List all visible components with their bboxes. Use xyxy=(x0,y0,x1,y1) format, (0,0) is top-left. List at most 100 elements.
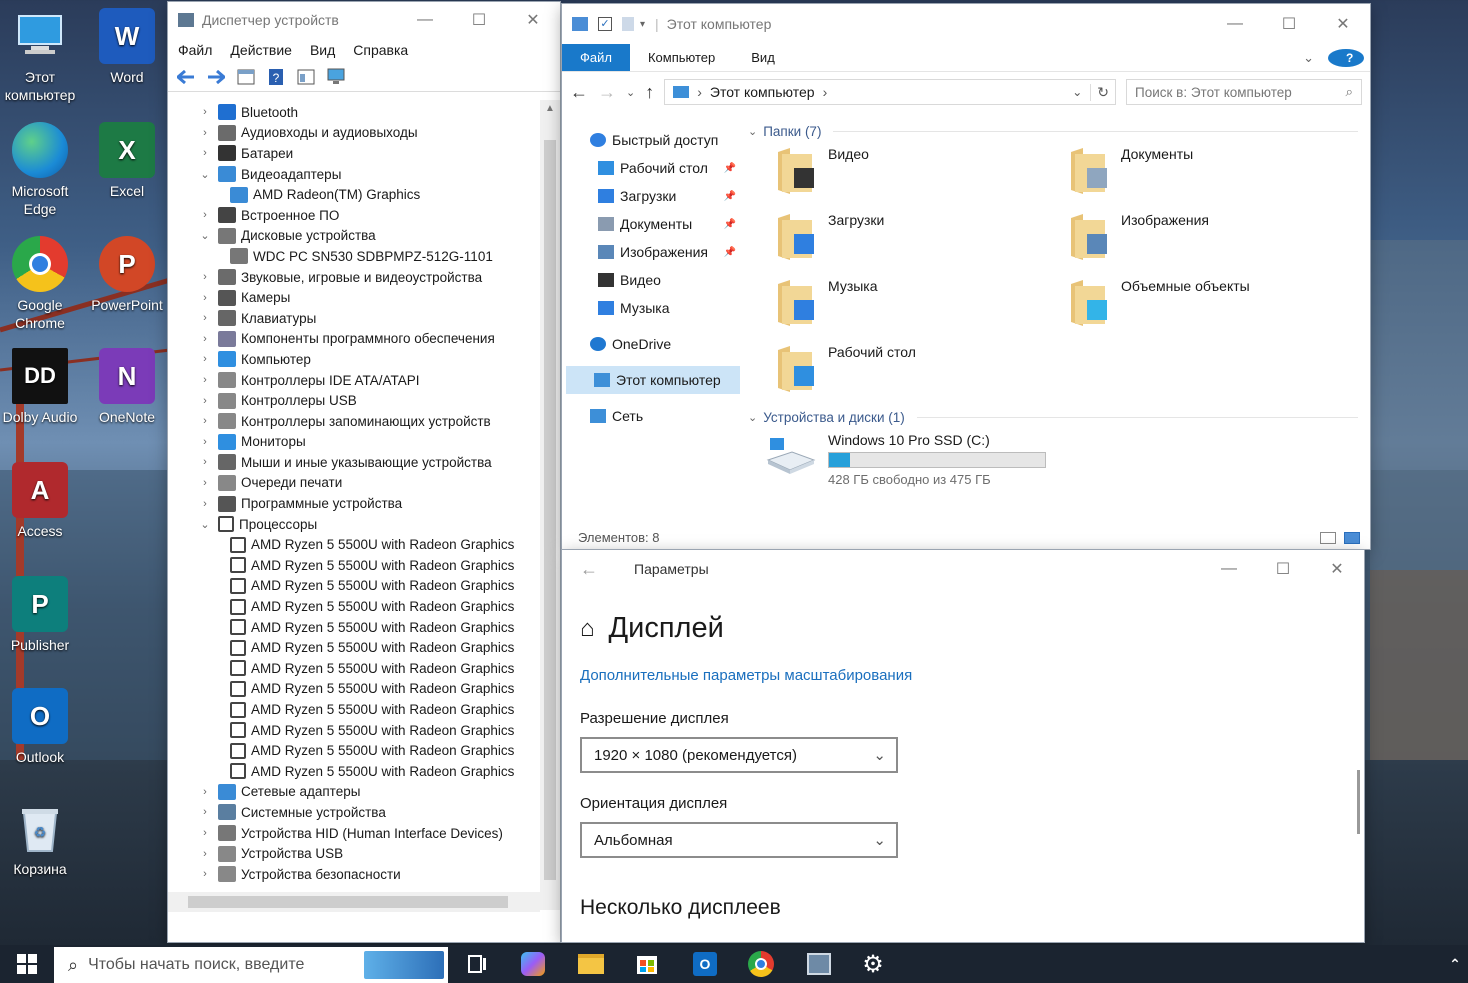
device-category[interactable]: › Аудиовходы и аудиовыходы xyxy=(168,123,538,144)
device-item[interactable]: AMD Ryzen 5 5500U with Radeon Graphics xyxy=(168,740,538,761)
chevron-down-icon[interactable]: ⌄ xyxy=(198,518,212,531)
chevron-right-icon[interactable]: › xyxy=(198,127,212,139)
device-category[interactable]: › Мыши и иные указывающие устройства xyxy=(168,452,538,473)
device-item[interactable]: AMD Ryzen 5 5500U with Radeon Graphics xyxy=(168,699,538,720)
device-category[interactable]: › Клавиатуры xyxy=(168,308,538,329)
device-item[interactable]: AMD Ryzen 5 5500U with Radeon Graphics xyxy=(168,658,538,679)
show-hidden-icon[interactable] xyxy=(294,66,318,88)
vertical-scrollbar[interactable]: ▲ xyxy=(540,100,560,910)
desktop-icon-this-pc[interactable]: Этот компьютер xyxy=(0,8,80,104)
desktop-icon-recycle-bin[interactable]: ♻ Корзина xyxy=(0,800,80,878)
forward-icon[interactable] xyxy=(204,66,228,88)
file-explorer-icon[interactable] xyxy=(576,949,606,979)
chevron-right-icon[interactable]: › xyxy=(198,498,212,510)
device-manager-taskbar-icon[interactable] xyxy=(804,949,834,979)
nav-item[interactable]: OneDrive xyxy=(562,330,742,358)
desktop-icon-edge[interactable]: Microsoft Edge xyxy=(0,122,80,218)
chevron-right-icon[interactable]: › xyxy=(198,436,212,448)
chevron-right-icon[interactable]: › xyxy=(198,868,212,880)
address-dropdown-icon[interactable]: ⌄ xyxy=(1072,85,1082,99)
device-category[interactable]: › Программные устройства xyxy=(168,493,538,514)
scroll-up-icon[interactable]: ▲ xyxy=(540,100,560,118)
nav-item[interactable]: Музыка xyxy=(562,294,742,322)
desktop-icon-word[interactable]: W Word xyxy=(87,8,167,86)
maximize-button[interactable]: ☐ xyxy=(452,2,506,38)
device-category[interactable]: › Компоненты программного обеспечения xyxy=(168,329,538,350)
chevron-right-icon[interactable]: › xyxy=(198,209,212,221)
details-view-icon[interactable] xyxy=(1320,532,1336,544)
chrome-taskbar-icon[interactable] xyxy=(746,949,776,979)
device-category[interactable]: › Устройства безопасности xyxy=(168,864,538,885)
back-icon[interactable] xyxy=(174,66,198,88)
refresh-icon[interactable]: ↻ xyxy=(1090,83,1115,101)
chevron-right-icon[interactable]: › xyxy=(198,106,212,118)
forward-icon[interactable]: → xyxy=(598,82,616,103)
chevron-down-icon[interactable]: ⌄ xyxy=(198,168,212,181)
device-item[interactable]: AMD Ryzen 5 5500U with Radeon Graphics xyxy=(168,720,538,741)
folder-quick-icon[interactable] xyxy=(622,17,634,31)
close-button[interactable]: ✕ xyxy=(506,2,560,38)
desktop-icon-dolby[interactable]: DD Dolby Audio xyxy=(0,348,80,426)
scroll-thumb[interactable] xyxy=(188,896,508,908)
device-category[interactable]: › Звуковые, игровые и видеоустройства xyxy=(168,267,538,288)
collapse-icon[interactable]: ⌄ xyxy=(748,411,757,424)
menu-view[interactable]: Вид xyxy=(310,42,335,58)
properties-icon[interactable] xyxy=(234,66,258,88)
device-category[interactable]: › Контроллеры запоминающих устройств xyxy=(168,411,538,432)
desktop-icon-publisher[interactable]: P Publisher xyxy=(0,576,80,654)
device-category[interactable]: › Очереди печати xyxy=(168,473,538,494)
chevron-right-icon[interactable]: › xyxy=(198,786,212,798)
search-input[interactable]: Поиск в: Этот компьютер ⌕ xyxy=(1126,79,1362,105)
resolution-dropdown[interactable]: 1920 × 1080 (рекомендуется) ⌄ xyxy=(580,737,898,773)
minimize-button[interactable]: — xyxy=(1202,551,1256,587)
large-icons-view-icon[interactable] xyxy=(1344,532,1360,544)
device-category[interactable]: › Встроенное ПО xyxy=(168,205,538,226)
microsoft-store-icon[interactable] xyxy=(632,949,662,979)
desktop-icon-access[interactable]: A Access xyxy=(0,462,80,540)
desktop-icon-onenote[interactable]: N OneNote xyxy=(87,348,167,426)
device-category[interactable]: ⌄ Видеоадаптеры xyxy=(168,164,538,185)
back-icon[interactable]: ← xyxy=(570,82,588,103)
scroll-thumb[interactable] xyxy=(544,140,556,880)
device-item[interactable]: AMD Ryzen 5 5500U with Radeon Graphics xyxy=(168,534,538,555)
close-button[interactable]: ✕ xyxy=(1310,551,1364,587)
breadcrumb-this-pc[interactable]: Этот компьютер xyxy=(710,84,815,100)
folder-item[interactable]: Рабочий стол xyxy=(748,340,1041,406)
folder-item[interactable]: Видео xyxy=(748,142,1041,208)
folder-item[interactable]: Музыка xyxy=(748,274,1041,340)
desktop-icon-outlook[interactable]: O Outlook xyxy=(0,688,80,766)
chevron-right-icon[interactable]: › xyxy=(198,292,212,304)
home-icon[interactable]: ⌂ xyxy=(580,615,595,643)
nav-item[interactable]: Этот компьютер xyxy=(566,366,740,394)
nav-item[interactable]: Быстрый доступ xyxy=(562,126,742,154)
tab-computer[interactable]: Компьютер xyxy=(630,44,733,71)
device-item[interactable]: AMD Radeon(TM) Graphics xyxy=(168,184,538,205)
taskbar-search-input[interactable]: ⌕ Чтобы начать поиск, введите xyxy=(54,947,448,983)
device-category[interactable]: ⌄ Процессоры xyxy=(168,514,538,535)
chevron-right-icon[interactable]: › xyxy=(198,806,212,818)
device-category[interactable]: › Компьютер xyxy=(168,349,538,370)
menu-help[interactable]: Справка xyxy=(353,42,408,58)
chevron-right-icon[interactable]: › xyxy=(198,312,212,324)
minimize-button[interactable]: — xyxy=(1208,6,1262,42)
device-item[interactable]: AMD Ryzen 5 5500U with Radeon Graphics xyxy=(168,617,538,638)
scan-hardware-icon[interactable] xyxy=(324,66,348,88)
tab-file[interactable]: Файл xyxy=(562,44,630,71)
device-category[interactable]: › Батареи xyxy=(168,143,538,164)
close-button[interactable]: ✕ xyxy=(1316,6,1370,42)
maximize-button[interactable]: ☐ xyxy=(1256,551,1310,587)
up-icon[interactable]: ↑ xyxy=(645,82,654,103)
chevron-right-icon[interactable]: › xyxy=(198,353,212,365)
settings-gear-icon[interactable]: ⚙ xyxy=(858,949,888,979)
device-category[interactable]: › Мониторы xyxy=(168,432,538,453)
device-category[interactable]: › Контроллеры USB xyxy=(168,390,538,411)
help-icon[interactable]: ? xyxy=(1322,44,1370,71)
back-icon[interactable]: ← xyxy=(580,559,598,580)
show-hidden-icons-icon[interactable]: ⌃ xyxy=(1440,949,1468,979)
device-category[interactable]: › Bluetooth xyxy=(168,102,538,123)
menu-file[interactable]: Файл xyxy=(178,42,212,58)
maximize-button[interactable]: ☐ xyxy=(1262,6,1316,42)
address-field[interactable]: › Этот компьютер › ⌄ ↻ xyxy=(664,79,1116,105)
device-item[interactable]: AMD Ryzen 5 5500U with Radeon Graphics xyxy=(168,637,538,658)
menu-action[interactable]: Действие xyxy=(230,42,292,58)
